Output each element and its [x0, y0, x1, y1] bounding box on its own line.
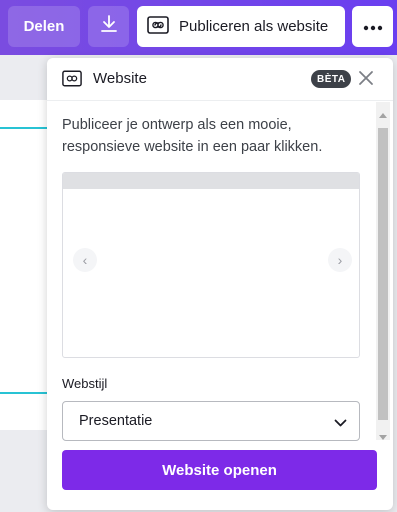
panel-title: Website [93, 70, 147, 87]
chevron-down-icon [334, 416, 347, 432]
publish-website-button[interactable]: Publiceren als website [137, 6, 345, 47]
more-dots-icon [363, 18, 383, 36]
panel-scrollbar[interactable] [376, 102, 390, 440]
preview-topbar [63, 173, 359, 189]
scrollbar-thumb[interactable] [378, 128, 388, 420]
web-style-label: Webstijl [62, 376, 108, 391]
panel-header: Website BÈTA [47, 58, 393, 101]
beta-badge: BÈTA [311, 70, 352, 88]
open-website-label: Website openen [162, 461, 277, 479]
website-preview: ‹ › [62, 172, 360, 358]
share-button-label: Delen [23, 18, 65, 35]
share-button[interactable]: Delen [8, 6, 80, 47]
close-icon[interactable] [358, 70, 374, 91]
publish-website-label: Publiceren als website [179, 18, 329, 35]
scroll-down-icon[interactable] [379, 428, 387, 446]
web-style-value: Presentatie [79, 413, 153, 429]
web-style-select[interactable]: Presentatie [62, 401, 360, 441]
open-website-button[interactable]: Website openen [62, 450, 377, 490]
publish-website-panel: Website BÈTA Publiceer je ontwerp als ee… [47, 58, 393, 510]
top-toolbar: Delen Publiceren als website [0, 0, 397, 55]
preview-prev-button[interactable]: ‹ [73, 248, 97, 272]
more-options-button[interactable] [352, 6, 393, 47]
preview-next-button[interactable]: › [328, 248, 352, 272]
website-icon [147, 15, 169, 38]
scroll-up-icon[interactable] [379, 105, 387, 123]
download-icon [99, 14, 119, 39]
panel-description: Publiceer je ontwerp als een mooie, resp… [62, 117, 323, 155]
website-icon [62, 70, 82, 92]
download-button[interactable] [88, 6, 129, 47]
